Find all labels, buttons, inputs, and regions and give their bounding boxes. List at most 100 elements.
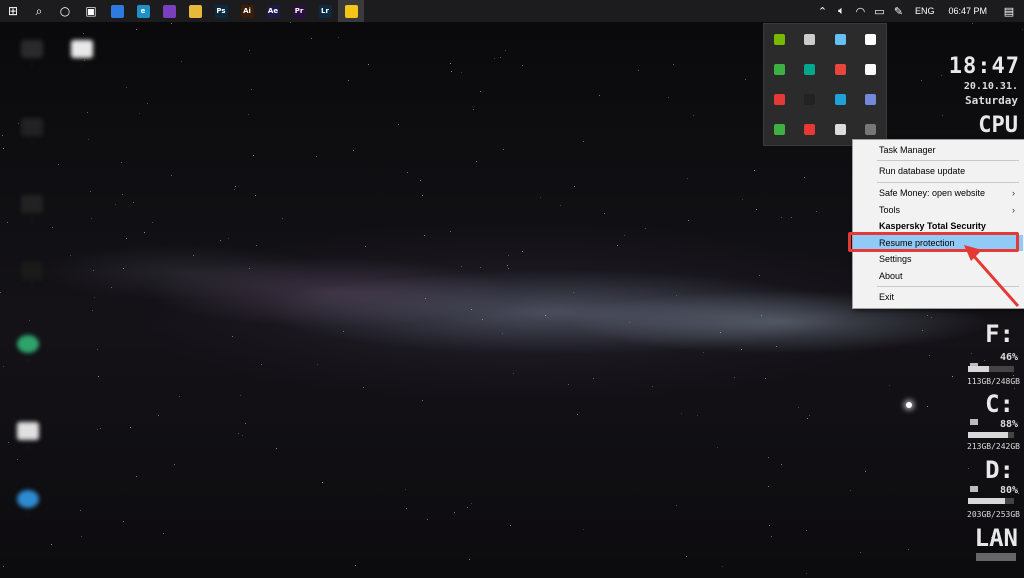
dots-app-icon[interactable] bbox=[825, 85, 856, 115]
star bbox=[338, 37, 339, 38]
star bbox=[92, 310, 93, 311]
star bbox=[638, 70, 639, 71]
illustrator-icon[interactable]: Ai bbox=[234, 0, 260, 22]
star bbox=[98, 376, 99, 377]
desktop-icon[interactable]: · bbox=[60, 40, 104, 69]
menu-item-run-database-update[interactable]: Run database update bbox=[853, 163, 1023, 179]
lan-bar bbox=[976, 553, 1016, 561]
menu-item-exit[interactable]: Exit bbox=[853, 289, 1023, 305]
after-effects-icon[interactable]: Ae bbox=[260, 0, 286, 22]
star bbox=[317, 364, 318, 365]
steam-icon-shape bbox=[834, 33, 846, 45]
file-explorer-icon[interactable] bbox=[182, 0, 208, 22]
star bbox=[425, 298, 426, 299]
star bbox=[668, 97, 669, 98]
pinned-app-blue-icon[interactable] bbox=[104, 0, 130, 22]
file-explorer-icon-glyph bbox=[188, 4, 202, 18]
menu-item-about[interactable]: About bbox=[853, 268, 1023, 284]
star bbox=[776, 346, 777, 347]
star bbox=[248, 114, 249, 115]
star bbox=[687, 178, 688, 179]
star bbox=[450, 63, 451, 64]
star bbox=[482, 319, 483, 320]
desktop-icon[interactable]: · bbox=[6, 422, 50, 451]
lightroom-icon[interactable]: Lr bbox=[312, 0, 338, 22]
kaspersky-shield-icon-shape bbox=[804, 63, 816, 75]
star bbox=[282, 218, 283, 219]
star bbox=[745, 79, 746, 80]
nvidia-icon[interactable] bbox=[764, 24, 795, 54]
steam-icon[interactable] bbox=[825, 24, 856, 54]
s-app-icon[interactable] bbox=[825, 54, 856, 84]
photoshop-icon[interactable]: Ps bbox=[208, 0, 234, 22]
star bbox=[249, 268, 250, 269]
desktop-icon[interactable]: · bbox=[10, 40, 54, 69]
star bbox=[171, 175, 172, 176]
star bbox=[234, 189, 235, 190]
menu-item-label: Run database update bbox=[879, 166, 966, 176]
notification-icon[interactable]: ▤ bbox=[994, 0, 1024, 22]
pin-app-icon[interactable] bbox=[764, 85, 795, 115]
star bbox=[322, 482, 323, 483]
discord-icon[interactable] bbox=[856, 85, 887, 115]
star bbox=[734, 377, 735, 378]
star bbox=[952, 376, 953, 377]
camera-icon-shape bbox=[773, 63, 785, 75]
wifi-app-icon[interactable] bbox=[764, 115, 795, 145]
star bbox=[17, 459, 18, 460]
chevron-right-icon: › bbox=[1012, 188, 1015, 198]
menu-item-task-manager[interactable]: Task Manager bbox=[853, 142, 1023, 158]
star bbox=[147, 103, 148, 104]
task-view-icon[interactable]: ▣ bbox=[78, 0, 104, 22]
printer-app-icon[interactable] bbox=[825, 115, 856, 145]
sticky-notes-icon[interactable] bbox=[338, 0, 364, 22]
kaspersky-shield-icon[interactable] bbox=[795, 54, 826, 84]
menu-separator bbox=[877, 286, 1019, 287]
premiere-icon[interactable]: Pr bbox=[286, 0, 312, 22]
battery-icon[interactable]: ▭ bbox=[870, 0, 889, 22]
star bbox=[427, 519, 428, 520]
bitdefender-icon[interactable] bbox=[795, 85, 826, 115]
star bbox=[681, 413, 682, 414]
g-app-icon[interactable] bbox=[856, 54, 887, 84]
camera-icon[interactable] bbox=[764, 54, 795, 84]
drop-icon[interactable] bbox=[856, 24, 887, 54]
desktop-icon[interactable]: · bbox=[10, 262, 54, 291]
pen-icon[interactable]: ✎ bbox=[889, 0, 908, 22]
star bbox=[365, 246, 366, 247]
star bbox=[81, 536, 82, 537]
volume-icon[interactable]: 🔈︎ bbox=[832, 0, 851, 22]
star bbox=[93, 270, 94, 271]
edge-icon[interactable]: e bbox=[130, 0, 156, 22]
desktop-icon[interactable]: · bbox=[10, 195, 54, 224]
desktop-icon[interactable]: · bbox=[6, 335, 50, 364]
star bbox=[467, 507, 468, 508]
star bbox=[593, 378, 594, 379]
star bbox=[7, 222, 8, 223]
star bbox=[742, 199, 743, 200]
desktop-icon[interactable]: · bbox=[6, 490, 50, 519]
start-icon[interactable]: ⊞ bbox=[0, 0, 26, 22]
wifi-icon[interactable]: ◠ bbox=[851, 0, 870, 22]
menu-separator bbox=[877, 182, 1019, 183]
menu-item-safe-money[interactable]: Safe Money: open website › bbox=[853, 185, 1023, 201]
chevron-up-icon[interactable]: ⌃ bbox=[813, 0, 832, 22]
desktop-icon[interactable]: · bbox=[10, 118, 54, 147]
menu-item-tools[interactable]: Tools › bbox=[853, 202, 1023, 218]
star bbox=[781, 217, 782, 218]
language-indicator[interactable]: ENG bbox=[908, 6, 942, 16]
star bbox=[697, 415, 698, 416]
star bbox=[922, 330, 923, 331]
download-app-icon[interactable] bbox=[795, 115, 826, 145]
tor-browser-icon[interactable] bbox=[156, 0, 182, 22]
cortana-icon[interactable]: ○ bbox=[52, 0, 78, 22]
search-icon[interactable]: ⌕ bbox=[26, 0, 52, 22]
star bbox=[759, 275, 760, 276]
usb-drive-icon[interactable] bbox=[795, 24, 826, 54]
menu-item-settings[interactable]: Settings bbox=[853, 251, 1023, 267]
usb-drive-icon-shape bbox=[804, 33, 816, 45]
clock[interactable]: 06:47 PM bbox=[941, 6, 994, 16]
star bbox=[540, 197, 541, 198]
star bbox=[505, 50, 506, 51]
star bbox=[850, 490, 851, 491]
